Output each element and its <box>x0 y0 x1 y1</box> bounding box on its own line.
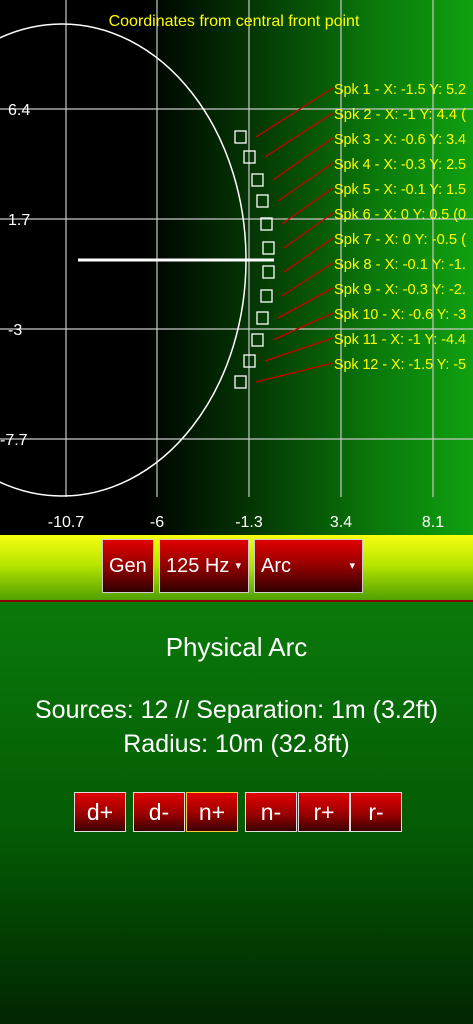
button-r-plus[interactable]: r+ <box>298 792 350 832</box>
speaker-label: Spk 7 - X: 0 Y: -0.5 ( <box>334 231 466 248</box>
y-tick-label: -7.7 <box>0 432 28 449</box>
speaker-marker[interactable] <box>262 265 275 279</box>
mode-label: Arc <box>261 555 291 577</box>
speaker-marker[interactable] <box>251 333 264 347</box>
speaker-leader-line <box>277 162 334 202</box>
speaker-label: Spk 8 - X: -0.1 Y: -1. <box>334 256 466 273</box>
speaker-label: Spk 6 - X: 0 Y: 0.5 (0 <box>334 206 466 223</box>
toolbar: Gen 125 Hz ▾ Arc ▾ <box>0 535 473 600</box>
speaker-marker[interactable] <box>234 130 247 144</box>
button-d-plus[interactable]: d+ <box>74 792 126 832</box>
y-tick-label: 1.7 <box>8 212 30 229</box>
y-tick-label: -3 <box>8 322 22 339</box>
x-tick-label: 3.4 <box>330 514 352 531</box>
speaker-leader-line <box>264 112 334 158</box>
speaker-label: Spk 12 - X: -1.5 Y: -5 <box>334 356 466 373</box>
speaker-marker[interactable] <box>256 194 269 208</box>
speaker-leader-line <box>272 312 334 341</box>
speaker-leader-line <box>272 137 334 181</box>
speaker-leader-line <box>255 362 334 383</box>
sources-info: Sources: 12 // Separation: 1m (3.2ft) <box>35 696 438 724</box>
x-tick-label: -6 <box>150 514 164 531</box>
divider <box>0 600 473 602</box>
button-n-minus[interactable]: n- <box>245 792 297 832</box>
frequency-label: 125 Hz <box>166 555 230 577</box>
plot-title: Coordinates from central front point <box>109 13 360 30</box>
radius-info: Radius: 10m (32.8ft) <box>123 730 350 758</box>
speaker-marker[interactable] <box>260 217 273 231</box>
chevron-down-icon: ▾ <box>349 560 355 572</box>
speaker-label: Spk 5 - X: -0.1 Y: 1.5 <box>334 181 466 198</box>
gen-button-label: Gen <box>109 555 147 577</box>
button-r-minus[interactable]: r- <box>350 792 402 832</box>
speaker-leader-line <box>255 87 334 138</box>
x-tick-label: -10.7 <box>48 514 85 531</box>
y-tick-label: 6.4 <box>8 102 30 119</box>
plot-canvas: -10.7 -6 -1.3 3.4 8.1 6.4 1.7 -3 -7.7 Spk 1 - X:… <box>0 0 473 531</box>
panel-title: Physical Arc <box>165 632 308 662</box>
speaker-leader-line <box>264 337 334 362</box>
speaker-marker[interactable] <box>251 173 264 187</box>
x-tick-label: -1.3 <box>235 514 263 531</box>
chevron-down-icon: ▾ <box>235 560 241 572</box>
settings-panel: Physical Arc Sources: 12 // Separation: … <box>0 600 473 1024</box>
mode-dropdown[interactable]: Arc ▾ <box>254 539 363 593</box>
button-d-minus[interactable]: d- <box>133 792 185 832</box>
speaker-label: Spk 10 - X: -0.6 Y: -3 <box>334 306 466 323</box>
speaker-label: Spk 11 - X: -1 Y: -4.4 <box>334 331 466 348</box>
speaker-label: Spk 1 - X: -1.5 Y: 5.2 <box>334 81 466 98</box>
x-tick-label: 8.1 <box>422 514 444 531</box>
speaker-marker[interactable] <box>234 375 247 389</box>
frequency-dropdown[interactable]: 125 Hz ▾ <box>159 539 249 593</box>
gen-button[interactable]: Gen <box>102 539 154 593</box>
speaker-marker[interactable] <box>262 241 275 255</box>
speaker-label: Spk 3 - X: -0.6 Y: 3.4 <box>334 131 466 148</box>
speaker-marker[interactable] <box>256 311 269 325</box>
speaker-label: Spk 2 - X: -1 Y: 4.4 ( <box>334 106 466 123</box>
arc-plot[interactable]: -10.7 -6 -1.3 3.4 8.1 6.4 1.7 -3 -7.7 Spk 1 - X:… <box>0 0 473 535</box>
speaker-label: Spk 9 - X: -0.3 Y: -2. <box>334 281 466 298</box>
speaker-marker[interactable] <box>260 289 273 303</box>
button-n-plus[interactable]: n+ <box>186 792 238 832</box>
speaker-label: Spk 4 - X: -0.3 Y: 2.5 <box>334 156 466 173</box>
